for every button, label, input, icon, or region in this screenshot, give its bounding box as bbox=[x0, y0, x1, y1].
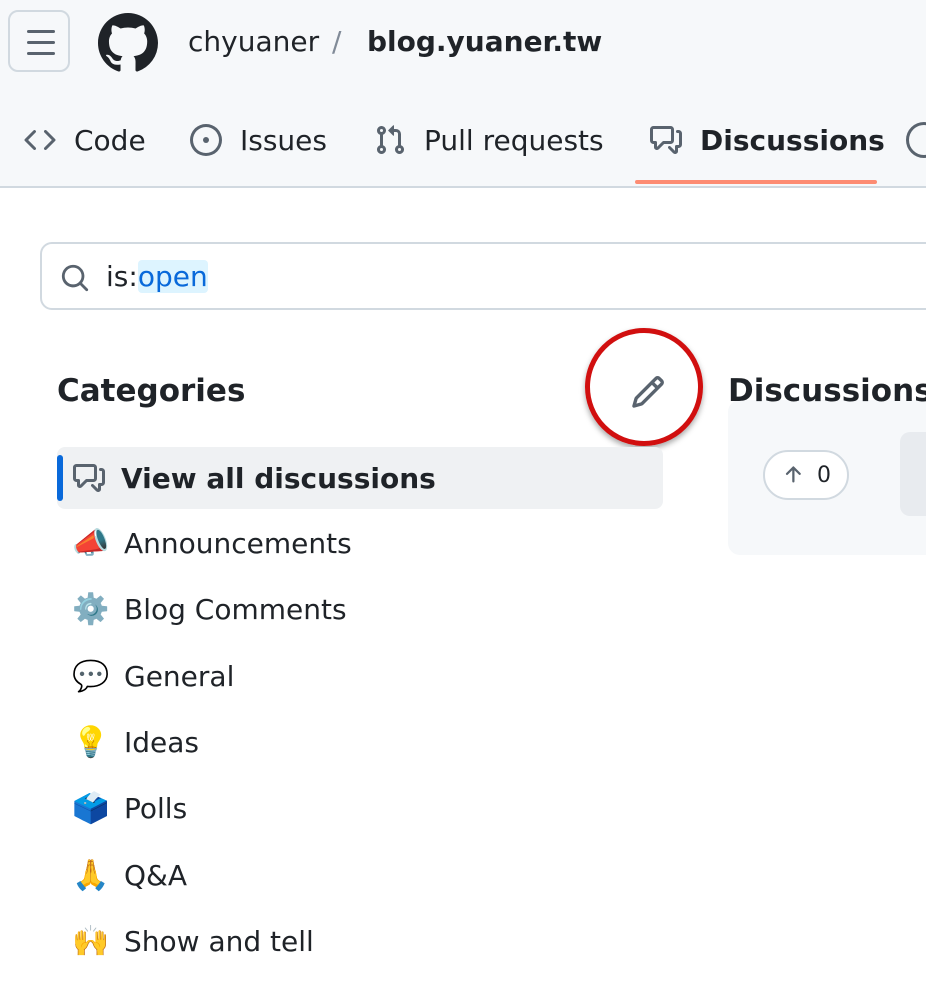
global-menu-button[interactable] bbox=[8, 10, 70, 72]
tab-discussions-label: Discussions bbox=[700, 123, 885, 157]
category-show-and-tell[interactable]: 🙌 Show and tell bbox=[57, 910, 663, 972]
category-label: Polls bbox=[124, 791, 188, 825]
gear-icon: ⚙️ bbox=[72, 591, 110, 627]
folded-hands-icon: 🙏 bbox=[72, 857, 110, 893]
category-view-all-discussions[interactable]: View all discussions bbox=[57, 447, 663, 509]
category-blog-comments[interactable]: ⚙️ Blog Comments bbox=[57, 578, 663, 640]
github-logo-icon[interactable] bbox=[98, 13, 158, 73]
category-label: View all discussions bbox=[121, 461, 436, 495]
speech-balloon-icon: 💬 bbox=[72, 658, 110, 694]
selected-indicator bbox=[57, 455, 63, 501]
category-announcements[interactable]: 📣 Announcements bbox=[57, 512, 663, 574]
repo-header: chyuaner / blog.yuaner.tw Code Issues Pu… bbox=[0, 0, 926, 188]
megaphone-icon: 📣 bbox=[72, 525, 110, 561]
tab-code[interactable]: Code bbox=[24, 116, 146, 164]
active-tab-underline bbox=[635, 180, 877, 184]
category-general[interactable]: 💬 General bbox=[57, 645, 663, 707]
comment-discussion-icon bbox=[73, 464, 105, 492]
category-label: Announcements bbox=[124, 526, 352, 560]
category-ideas[interactable]: 💡 Ideas bbox=[57, 711, 663, 773]
arrow-up-icon bbox=[785, 466, 801, 483]
ballot-box-icon: 🗳️ bbox=[72, 790, 110, 826]
category-qa[interactable]: 🙏 Q&A bbox=[57, 844, 663, 906]
comment-discussion-icon bbox=[650, 126, 682, 154]
tab-code-label: Code bbox=[74, 123, 146, 157]
repo-name-link[interactable]: blog.yuaner.tw bbox=[367, 22, 602, 62]
tab-issues-label: Issues bbox=[240, 123, 327, 157]
hamburger-icon bbox=[27, 30, 55, 33]
issue-opened-icon bbox=[190, 124, 222, 156]
search-icon bbox=[61, 264, 89, 292]
category-polls[interactable]: 🗳️ Polls bbox=[57, 777, 663, 839]
repo-owner-link[interactable]: chyuaner bbox=[188, 22, 319, 62]
search-qualifier-value: open bbox=[137, 260, 208, 293]
search-qualifier: is: bbox=[106, 260, 138, 293]
raised-hands-icon: 🙌 bbox=[72, 923, 110, 959]
upvote-count: 0 bbox=[817, 462, 831, 488]
category-label: Show and tell bbox=[124, 924, 314, 958]
category-label: General bbox=[124, 659, 235, 693]
discussion-item-placeholder[interactable] bbox=[900, 432, 926, 516]
category-label: Blog Comments bbox=[124, 592, 347, 626]
tab-issues[interactable]: Issues bbox=[190, 116, 327, 164]
tab-discussions[interactable]: Discussions bbox=[650, 116, 885, 164]
search-query[interactable]: is:open bbox=[106, 257, 208, 297]
git-pull-request-icon bbox=[376, 125, 405, 155]
tab-pull-requests[interactable]: Pull requests bbox=[374, 116, 604, 164]
code-icon bbox=[24, 129, 56, 151]
categories-heading: Categories bbox=[57, 373, 246, 409]
light-bulb-icon: 💡 bbox=[72, 724, 110, 760]
category-label: Q&A bbox=[124, 858, 188, 892]
discussions-heading: Discussions bbox=[728, 373, 926, 409]
tab-actions-icon-cutoff[interactable] bbox=[906, 122, 926, 158]
category-label: Ideas bbox=[124, 725, 200, 759]
tab-pull-requests-label: Pull requests bbox=[424, 123, 604, 157]
hamburger-icon-bar bbox=[27, 41, 55, 44]
hamburger-icon-bar bbox=[27, 52, 55, 55]
annotation-circle-highlight bbox=[585, 328, 703, 446]
breadcrumb-separator: / bbox=[332, 25, 342, 58]
discussions-search-input[interactable]: is:open bbox=[40, 242, 926, 310]
upvote-button[interactable]: 0 bbox=[763, 450, 849, 500]
